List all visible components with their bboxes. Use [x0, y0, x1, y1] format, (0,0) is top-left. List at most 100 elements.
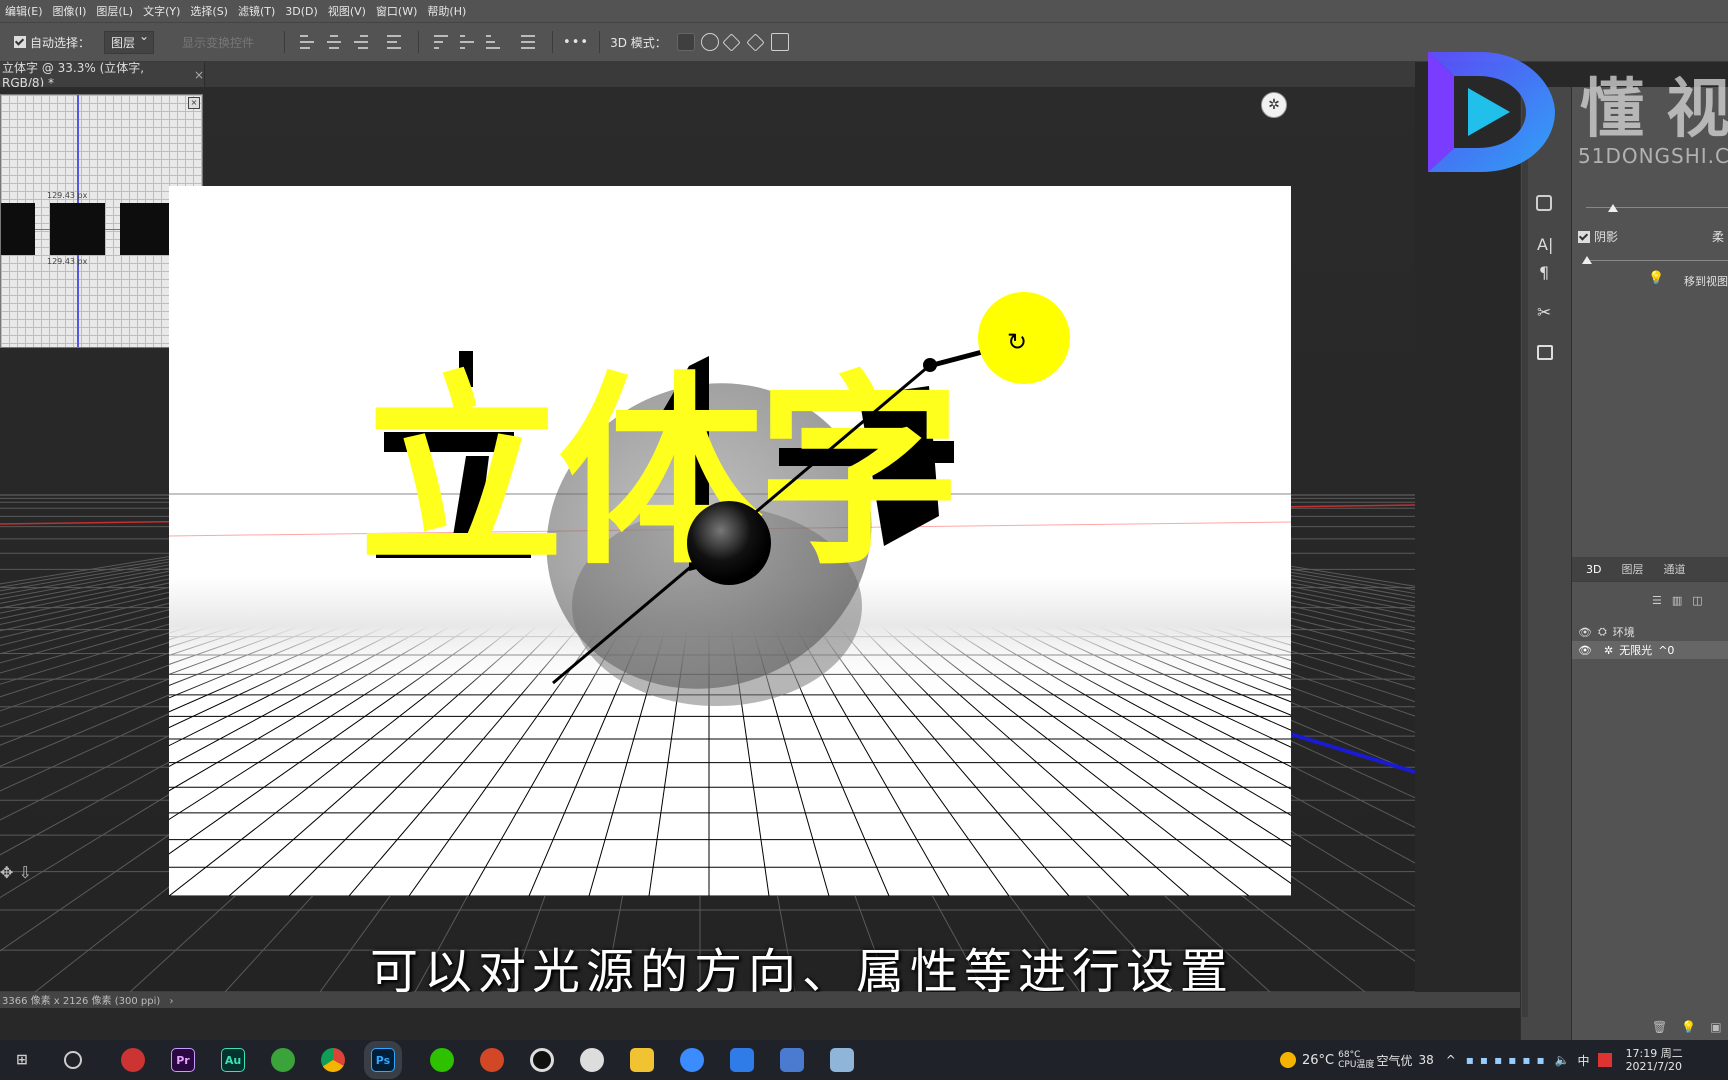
tab-channels[interactable]: 通道 [1653, 561, 1695, 577]
close-tab-icon[interactable]: × [194, 68, 204, 82]
drag-3d-icon[interactable] [722, 32, 741, 52]
align-center-icon[interactable] [326, 35, 342, 49]
light-bulb-icon[interactable]: 💡 [1648, 271, 1664, 286]
render-icon[interactable]: ▣ [1710, 1020, 1721, 1034]
export-icon[interactable] [1537, 345, 1553, 360]
tray-expand-icon[interactable]: ^ [1446, 1053, 1456, 1067]
align-left-icon[interactable] [300, 35, 316, 49]
3d-text-render[interactable]: 立体字 [359, 355, 962, 593]
photoshop-icon[interactable]: Ps [371, 1048, 395, 1072]
filter-scene-icon[interactable]: ☰ [1652, 594, 1662, 607]
shadow-checkbox[interactable] [1578, 231, 1590, 243]
volume-icon[interactable]: 🔈 [1555, 1053, 1570, 1067]
recorder-icon[interactable] [530, 1048, 554, 1072]
ime-indicator[interactable]: 中 [1578, 1052, 1590, 1069]
menu-view[interactable]: 视图(V) [323, 3, 371, 19]
search-icon[interactable] [64, 1051, 82, 1069]
ime-app-icon[interactable] [1597, 1053, 1612, 1067]
light-rotate-icon[interactable]: ↻ [1007, 328, 1027, 356]
weather-icon[interactable] [1280, 1052, 1296, 1068]
tree-item-infinite-light[interactable]: 👁 ✲ 无限光 ^0 [1572, 641, 1728, 659]
filter-material-icon[interactable]: ◫ [1692, 594, 1702, 607]
audition-icon[interactable]: Au [221, 1048, 245, 1072]
dimension-bottom: 129.43 px [47, 257, 88, 266]
strip-scrollbar[interactable] [1522, 87, 1528, 1017]
tree-item-environment[interactable]: 👁 ⛭ 环境 [1578, 624, 1635, 640]
app-white-icon[interactable] [580, 1048, 604, 1072]
document-tab[interactable]: 立体字 @ 33.3% (立体字, RGB/8) * × [0, 61, 205, 90]
menu-type[interactable]: 文字(Y) [138, 3, 185, 19]
orbit-3d-icon[interactable] [676, 33, 695, 51]
align-top-icon[interactable] [434, 35, 450, 49]
visibility-eye-icon[interactable]: 👁 [1578, 644, 1592, 657]
menu-edit[interactable]: 编辑(E) [0, 3, 48, 19]
align-right-icon[interactable] [352, 35, 369, 49]
wechat-icon[interactable] [430, 1048, 454, 1072]
brand-url: 51DONGSHI.COM [1578, 144, 1728, 168]
add-light-icon[interactable]: 💡 [1681, 1020, 1696, 1034]
premiere-icon[interactable]: Pr [171, 1048, 195, 1072]
menu-select[interactable]: 选择(S) [185, 3, 233, 19]
paragraph-icon[interactable]: ¶ [1539, 263, 1549, 282]
stamp-icon[interactable] [1536, 195, 1552, 211]
properties-panel: 阴影 柔 💡 移到视图 3D 图层 通道 ☰ ▥ ◫ 👁 ⛭ 环境 👁 ✲ 无限… [1571, 87, 1728, 1062]
app-blue-grid-icon[interactable] [730, 1048, 754, 1072]
softness-label: 柔 [1712, 230, 1725, 244]
auto-select-checkbox[interactable] [14, 36, 26, 48]
secondary-view-close-icon[interactable]: × [188, 97, 200, 109]
clock-date: 2021/7/20 [1625, 1060, 1682, 1073]
clock[interactable]: 17:19 周二 2021/7/20 [1626, 1047, 1683, 1073]
chrome-icon[interactable] [321, 1048, 345, 1072]
weather-text[interactable]: 空气优 [1376, 1052, 1412, 1069]
menu-image[interactable]: 图像(I) [48, 3, 92, 19]
system-tray: 26°C 68°C CPU温度 空气优 38 ^ ▪▪▪▪▪▪ 🔈 中 17:1… [1280, 1040, 1728, 1080]
tools-icon[interactable]: ✂ [1537, 303, 1551, 323]
infinite-light-icon: ✲ [1603, 643, 1614, 657]
box-left [1, 203, 35, 255]
slide-3d-icon[interactable] [746, 32, 765, 52]
aqi-value[interactable]: 38 [1418, 1053, 1433, 1067]
menu-help[interactable]: 帮助(H) [422, 3, 471, 19]
task-view-icon[interactable]: ⊞ [10, 1048, 34, 1072]
status-arrow-icon[interactable]: › [169, 996, 173, 1007]
camera-gizmo-icon[interactable]: ✥ ⇩ [0, 863, 32, 882]
browser-green-icon[interactable] [271, 1048, 295, 1072]
app-game-icon[interactable] [121, 1048, 145, 1072]
app-doc-icon[interactable] [780, 1048, 804, 1072]
delete-icon[interactable]: 🗑 [1652, 1020, 1667, 1034]
menu-layer[interactable]: 图层(L) [91, 3, 138, 19]
feishu-icon[interactable] [680, 1048, 704, 1072]
move-to-view-label[interactable]: 移到视图 [1684, 273, 1728, 289]
softness-slider-track[interactable] [1586, 260, 1728, 261]
align-bottom-icon[interactable] [486, 35, 502, 49]
document-canvas[interactable]: 立体字 ↻ [169, 186, 1291, 896]
character-icon[interactable]: A| [1537, 235, 1553, 254]
weather-temp[interactable]: 26°C [1302, 1053, 1334, 1068]
align-middle-icon[interactable] [460, 35, 476, 49]
scale-3d-icon[interactable] [770, 33, 789, 51]
app-notes-icon[interactable] [830, 1048, 854, 1072]
slider-thumb[interactable] [1608, 204, 1618, 212]
watermark-logo: 懂 视 51DONGSHI.COM [1420, 48, 1728, 176]
menu-filter[interactable]: 滤镜(T) [233, 3, 280, 19]
divider [284, 31, 286, 53]
tab-3d[interactable]: 3D [1572, 563, 1611, 576]
distribute-vertical-icon[interactable] [387, 35, 403, 49]
file-explorer-icon[interactable] [630, 1048, 654, 1072]
menu-3d[interactable]: 3D(D) [280, 5, 323, 18]
tab-layers[interactable]: 图层 [1611, 561, 1653, 577]
softness-slider-thumb[interactable] [1582, 256, 1592, 264]
distribute-horizontal-icon[interactable] [521, 35, 537, 49]
auto-select-dropdown[interactable]: 图层 [104, 29, 155, 54]
more-options-icon[interactable]: ••• [563, 35, 589, 50]
show-transform-controls[interactable]: 显示变换控件 [182, 34, 254, 51]
cpu-temp-widget[interactable]: 68°C CPU温度 [1338, 1050, 1374, 1070]
visibility-eye-icon[interactable]: 👁 [1578, 626, 1592, 639]
powerpoint-icon[interactable] [480, 1048, 504, 1072]
tray-app-icons[interactable]: ▪▪▪▪▪▪ [1466, 1053, 1551, 1067]
menu-window[interactable]: 窗口(W) [371, 3, 422, 19]
filter-mesh-icon[interactable]: ▥ [1672, 594, 1682, 607]
infinite-light-suffix: ^0 [1658, 643, 1675, 657]
infinite-light-widget-icon[interactable]: ✲ [1261, 92, 1287, 118]
roll-3d-icon[interactable] [700, 33, 719, 51]
